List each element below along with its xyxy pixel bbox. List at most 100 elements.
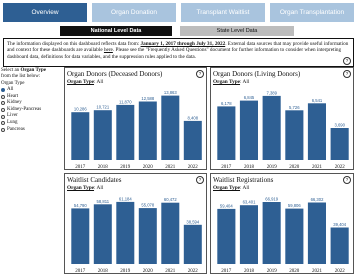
x-tick-label: 2019 (267, 165, 278, 170)
bar-2021[interactable] (161, 95, 180, 160)
bar-2022[interactable] (183, 224, 202, 264)
radio-button[interactable] (1, 114, 5, 119)
x-tick-label: 2020 (289, 269, 300, 274)
x-tick-label: 2017 (75, 269, 86, 274)
help-icon[interactable]: ? (196, 176, 204, 184)
x-tick-label: 2017 (75, 165, 86, 170)
organ-type-option-pancreas[interactable]: Pancreas (1, 126, 53, 133)
option-label: Heart (7, 93, 19, 99)
bar-2020[interactable] (138, 101, 157, 161)
x-tick-label: 2018 (244, 269, 255, 274)
option-label: Kidney-Pancreas (7, 106, 42, 112)
bar-2019[interactable] (262, 95, 281, 160)
bar-2018[interactable] (239, 100, 258, 160)
filter-prompt-pre: Select an (1, 68, 21, 73)
bar-2018[interactable] (239, 205, 258, 264)
x-tick-label: 2017 (221, 165, 232, 170)
organ-type-option-kidney[interactable]: Kidney (1, 100, 53, 107)
bar-2021[interactable] (307, 202, 326, 265)
subtitle-label: Organ Type (67, 79, 95, 85)
x-tick-label: 2019 (120, 165, 130, 170)
subtitle-value: : All (240, 79, 250, 85)
bar-2019[interactable] (116, 104, 135, 160)
tab-organ-donation[interactable]: Organ Donation (92, 3, 176, 22)
bar-2022[interactable] (183, 120, 202, 160)
main-nav: Overview Organ Donation Transplant Waitl… (3, 3, 354, 22)
bar-value-label: 38,594 (186, 219, 199, 224)
bar-value-label: 60,472 (164, 197, 177, 202)
x-tick-label: 2021 (312, 165, 323, 170)
radio-button[interactable] (1, 101, 5, 106)
bar-2017[interactable] (71, 208, 90, 264)
state-level-button[interactable]: State Level Data (180, 26, 294, 36)
x-tick-label: 2022 (335, 269, 346, 274)
filter-options: All Heart Kidney Kidney-Pancreas Liver Lung Pa… (1, 87, 53, 133)
x-tick-label: 2021 (165, 165, 176, 170)
chart-title: Waitlist Registrations (213, 176, 274, 184)
panel-deceased-donors: 10,286 2017 10,721 2018 11,870 2019 12,588 2020… (64, 67, 207, 170)
bar-value-label: 66,919 (265, 197, 278, 202)
bar-value-label: 8,408 (188, 115, 199, 120)
organ-type-option-heart[interactable]: Heart (1, 93, 53, 100)
bar-value-label: 39,404 (333, 222, 346, 227)
option-label: Lung (7, 120, 18, 125)
help-icon[interactable]: ? (196, 70, 204, 78)
organ-type-option-kidney-pancreas[interactable]: Kidney-Pancreas (1, 107, 53, 114)
bar-value-label: 59,806 (288, 203, 301, 208)
bar-2019[interactable] (262, 202, 281, 264)
chart-subtitle: Organ Type: All (213, 185, 249, 191)
help-icon[interactable]: ? (343, 176, 351, 184)
panel-waitlist-candidates: 54,790 2017 58,811 2018 61,184 2019 55,078 2020… (64, 173, 207, 274)
x-tick-label: 2022 (188, 269, 199, 274)
bar-2022[interactable] (330, 128, 349, 160)
bar-value-label: 6,541 (312, 98, 323, 103)
radio-button[interactable] (1, 94, 5, 99)
subtitle-value: : All (94, 185, 104, 191)
x-tick-label: 2018 (244, 165, 255, 170)
bar-2021[interactable] (307, 103, 326, 160)
organ-type-option-lung[interactable]: Lung (1, 120, 53, 127)
tab-organ-transplantation[interactable]: Organ Transplantation (270, 3, 354, 22)
organ-type-option-liver[interactable]: Liver (1, 113, 53, 120)
help-icon[interactable]: ? (343, 70, 351, 78)
organ-type-option-all[interactable]: All (1, 87, 53, 94)
option-label: Liver (7, 113, 18, 119)
bar-value-label: 5,726 (289, 105, 300, 110)
bar-value-label: 66,302 (311, 197, 324, 202)
chart-title: Organ Donors (Deceased Donors) (67, 70, 163, 78)
bar-value-label: 10,721 (96, 105, 109, 110)
tab-overview[interactable]: Overview (3, 3, 87, 22)
radio-button[interactable] (1, 107, 5, 112)
bar-value-label: 63,401 (243, 200, 256, 205)
option-label: Kidney (7, 100, 22, 106)
national-level-button[interactable]: National Level Data (60, 26, 172, 36)
bar-2017[interactable] (217, 208, 236, 264)
bar-2020[interactable] (138, 208, 157, 264)
option-label: Pancreas (7, 126, 25, 132)
bar-2018[interactable] (93, 204, 112, 264)
bar-value-label: 13,863 (164, 90, 177, 95)
bar-2019[interactable] (116, 201, 135, 264)
radio-button[interactable] (1, 127, 5, 132)
bar-value-label: 3,690 (334, 123, 345, 128)
panel-waitlist-registrations: 59,404 2017 63,401 2018 66,919 2019 59,806 2020… (210, 173, 354, 274)
chart-title: Waitlist Candidates (67, 176, 122, 184)
bar-2017[interactable] (71, 112, 90, 160)
organ-type-filter: Select an Organ Type from the list below… (1, 68, 53, 133)
x-tick-label: 2018 (98, 165, 109, 170)
bar-2018[interactable] (93, 110, 112, 160)
bar-2022[interactable] (330, 227, 349, 265)
radio-button[interactable] (1, 88, 5, 93)
bar-2021[interactable] (161, 202, 180, 264)
bar-value-label: 61,184 (119, 196, 132, 201)
bar-2017[interactable] (217, 106, 236, 160)
bar-2020[interactable] (285, 208, 304, 264)
bar-value-label: 58,811 (97, 199, 110, 204)
chart-title: Organ Donors (Living Donors) (213, 70, 301, 78)
subtitle-label: Organ Type (213, 79, 241, 85)
help-icon[interactable]: ? (343, 57, 351, 65)
radio-button[interactable] (1, 121, 5, 126)
bar-2020[interactable] (285, 110, 304, 160)
external-sources-link[interactable]: here (104, 47, 113, 53)
tab-transplant-waitlist[interactable]: Transplant Waitlist (181, 3, 265, 22)
